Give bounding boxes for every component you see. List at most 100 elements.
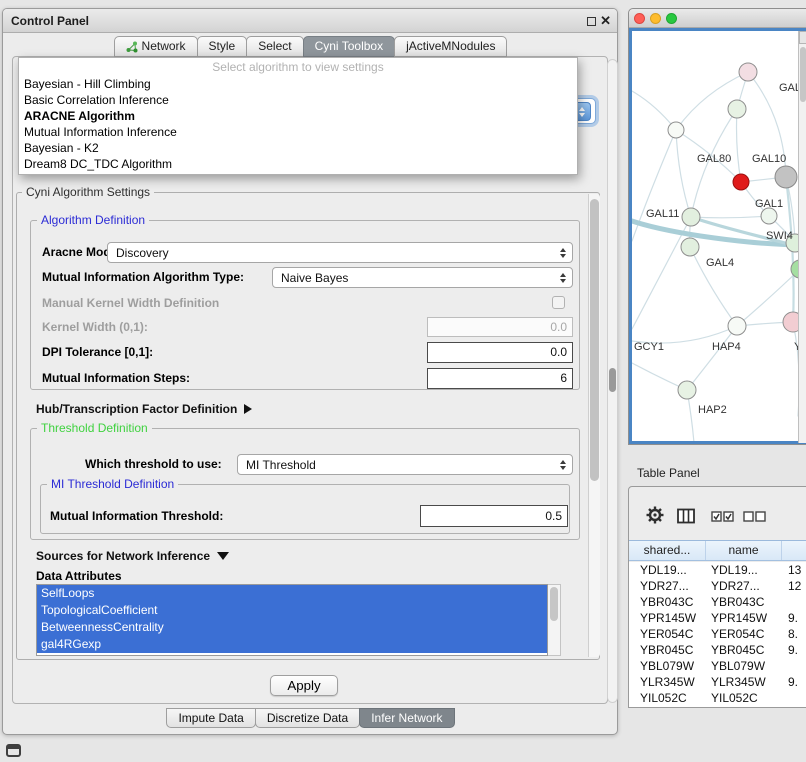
network-edge[interactable] [691, 216, 769, 218]
table-row[interactable]: YDL19...YDL19...13 [629, 562, 806, 578]
sources-label: Sources for Network Inference [36, 549, 210, 563]
attribute-item[interactable]: BetweennessCentrality [37, 619, 547, 636]
network-node[interactable] [668, 122, 684, 138]
mi-threshold-field[interactable]: 0.5 [420, 505, 568, 527]
network-node[interactable] [681, 238, 699, 256]
dpi-tolerance-field[interactable]: 0.0 [427, 342, 573, 363]
close-light-icon[interactable] [634, 13, 645, 24]
mi-algorithm-type-label: Mutual Information Algorithm Type: [42, 267, 244, 288]
minimize-light-icon[interactable] [650, 13, 661, 24]
select-checked-icon[interactable] [711, 511, 735, 526]
zoom-light-icon[interactable] [666, 13, 677, 24]
close-icon[interactable]: ✕ [600, 13, 611, 29]
desktop: Control Panel ✕ Network StyleSelectCyni T… [0, 0, 806, 762]
table-row[interactable]: YIL052CYIL052C [629, 690, 806, 706]
table-row[interactable]: YBL079WYBL079W [629, 658, 806, 674]
columns-icon[interactable] [677, 508, 695, 527]
column-header[interactable]: shared... [629, 541, 706, 560]
table-body: YDL19...YDL19...13YDR27...YDR27...12YBR0… [629, 562, 806, 707]
network-canvas[interactable]: GAL8GAL80GAL10GAL11GAL1SWI4GAL4GCY1HAP4Y… [629, 28, 806, 444]
mi-threshold-group-title: MI Threshold Definition [47, 478, 178, 491]
attributes-scrollbar[interactable] [548, 584, 561, 656]
attribute-item[interactable]: SelfLoops [37, 585, 547, 602]
network-edge[interactable] [737, 109, 742, 182]
tab-discretize-data[interactable]: Discretize Data [255, 708, 360, 728]
network-node[interactable] [678, 381, 696, 399]
column-header[interactable] [782, 541, 806, 560]
tab-select[interactable]: Select [246, 36, 303, 57]
aracne-mode-select[interactable]: Discovery [107, 242, 573, 263]
algorithm-option[interactable]: Basic Correlation Inference [19, 92, 577, 108]
float-window-icon[interactable] [587, 17, 596, 26]
algorithm-option[interactable]: Bayesian - K2 [19, 140, 577, 156]
network-view-window: GAL8GAL80GAL10GAL11GAL1SWI4GAL4GCY1HAP4Y… [628, 8, 806, 445]
mi-algorithm-type-select[interactable]: Naive Bayes [272, 267, 573, 288]
combo-value: MI Threshold [246, 458, 316, 472]
network-window-titlebar[interactable] [629, 9, 806, 28]
scrollbar-thumb[interactable] [800, 47, 806, 102]
scrollbar-thumb[interactable] [590, 199, 599, 481]
scroll-up-button[interactable] [799, 31, 806, 44]
table-cell: 9. [782, 610, 806, 626]
tab-network[interactable]: Network [114, 36, 198, 57]
node-label: GAL11 [646, 208, 679, 220]
network-node[interactable] [728, 317, 746, 335]
sources-section[interactable]: Sources for Network Inference [36, 548, 229, 564]
table-row[interactable]: YBR045CYBR045C9. [629, 642, 806, 658]
algorithm-option[interactable]: Bayesian - Hill Climbing [19, 76, 577, 92]
network-edge[interactable] [632, 91, 676, 130]
scrollbar-thumb[interactable] [550, 587, 558, 621]
table-cell: 9. [782, 674, 806, 690]
network-node[interactable] [733, 174, 749, 190]
node-label: GAL80 [697, 153, 731, 165]
algorithm-option[interactable]: ARACNE Algorithm [19, 108, 577, 124]
settings-scrollbar[interactable] [588, 194, 600, 657]
tab-impute-data[interactable]: Impute Data [166, 708, 255, 728]
table-cell: YIL052C [629, 690, 706, 706]
tab-cyni-toolbox[interactable]: Cyni Toolbox [303, 36, 395, 57]
algorithm-option[interactable]: Mutual Information Inference [19, 124, 577, 140]
network-node[interactable] [739, 63, 757, 81]
panel-scrollbar[interactable] [607, 59, 618, 703]
table-cell: YPR145W [629, 610, 706, 626]
network-node[interactable] [682, 208, 700, 226]
table-cell: YER054C [706, 626, 782, 642]
kernel-width-field[interactable]: 0.0 [427, 317, 573, 337]
table-cell: YIL052C [706, 690, 782, 706]
hub-definition-section[interactable]: Hub/Transcription Factor Definition [36, 400, 252, 418]
table-row[interactable]: YDR27...YDR27...12 [629, 578, 806, 594]
attribute-item[interactable]: TopologicalCoefficient [37, 602, 547, 619]
column-header[interactable]: name [706, 541, 782, 560]
select-unchecked-icon[interactable] [743, 511, 767, 526]
window-title: Control Panel [11, 9, 89, 33]
attribute-item[interactable]: gal4RGexp [37, 636, 547, 653]
tab-jactivemnodules[interactable]: jActiveMNodules [394, 36, 507, 57]
data-attributes-list[interactable]: SelfLoopsTopologicalCoefficientBetweenne… [36, 584, 548, 656]
gear-icon[interactable] [645, 505, 665, 528]
table-row[interactable]: YER054CYER054C8. [629, 626, 806, 642]
algorithm-option[interactable]: Dream8 DC_TDC Algorithm [19, 156, 577, 172]
mi-steps-field[interactable]: 6 [427, 368, 573, 389]
network-node[interactable] [775, 166, 797, 188]
table-cell: 13 [782, 562, 806, 578]
expand-right-icon[interactable] [244, 404, 252, 414]
collapsed-panel-icon[interactable] [6, 744, 21, 757]
expand-down-icon[interactable] [217, 552, 229, 560]
which-threshold-select[interactable]: MI Threshold [237, 454, 573, 475]
apply-button[interactable]: Apply [270, 675, 338, 696]
tab-infer-network[interactable]: Infer Network [359, 708, 454, 728]
network-node[interactable] [761, 208, 777, 224]
network-edge[interactable] [676, 130, 691, 217]
manual-kernel-width-checkbox[interactable] [552, 296, 565, 309]
control-panel-titlebar[interactable]: Control Panel ✕ [3, 9, 617, 33]
table-row[interactable]: YPR145WYPR145W9. [629, 610, 806, 626]
table-panel-window: shared...name YDL19...YDL19...13YDR27...… [628, 486, 806, 708]
table-row[interactable]: YLR345WYLR345W9. [629, 674, 806, 690]
tab-label: Network [142, 37, 186, 56]
cyni-bottom-tabs: Impute DataDiscretize DataInfer Network [3, 708, 617, 728]
network-node[interactable] [728, 100, 746, 118]
network-scrollbar[interactable] [798, 31, 806, 443]
tab-style[interactable]: Style [197, 36, 248, 57]
table-row[interactable]: YBR043CYBR043C [629, 594, 806, 610]
scrollbar-thumb[interactable] [609, 368, 616, 392]
